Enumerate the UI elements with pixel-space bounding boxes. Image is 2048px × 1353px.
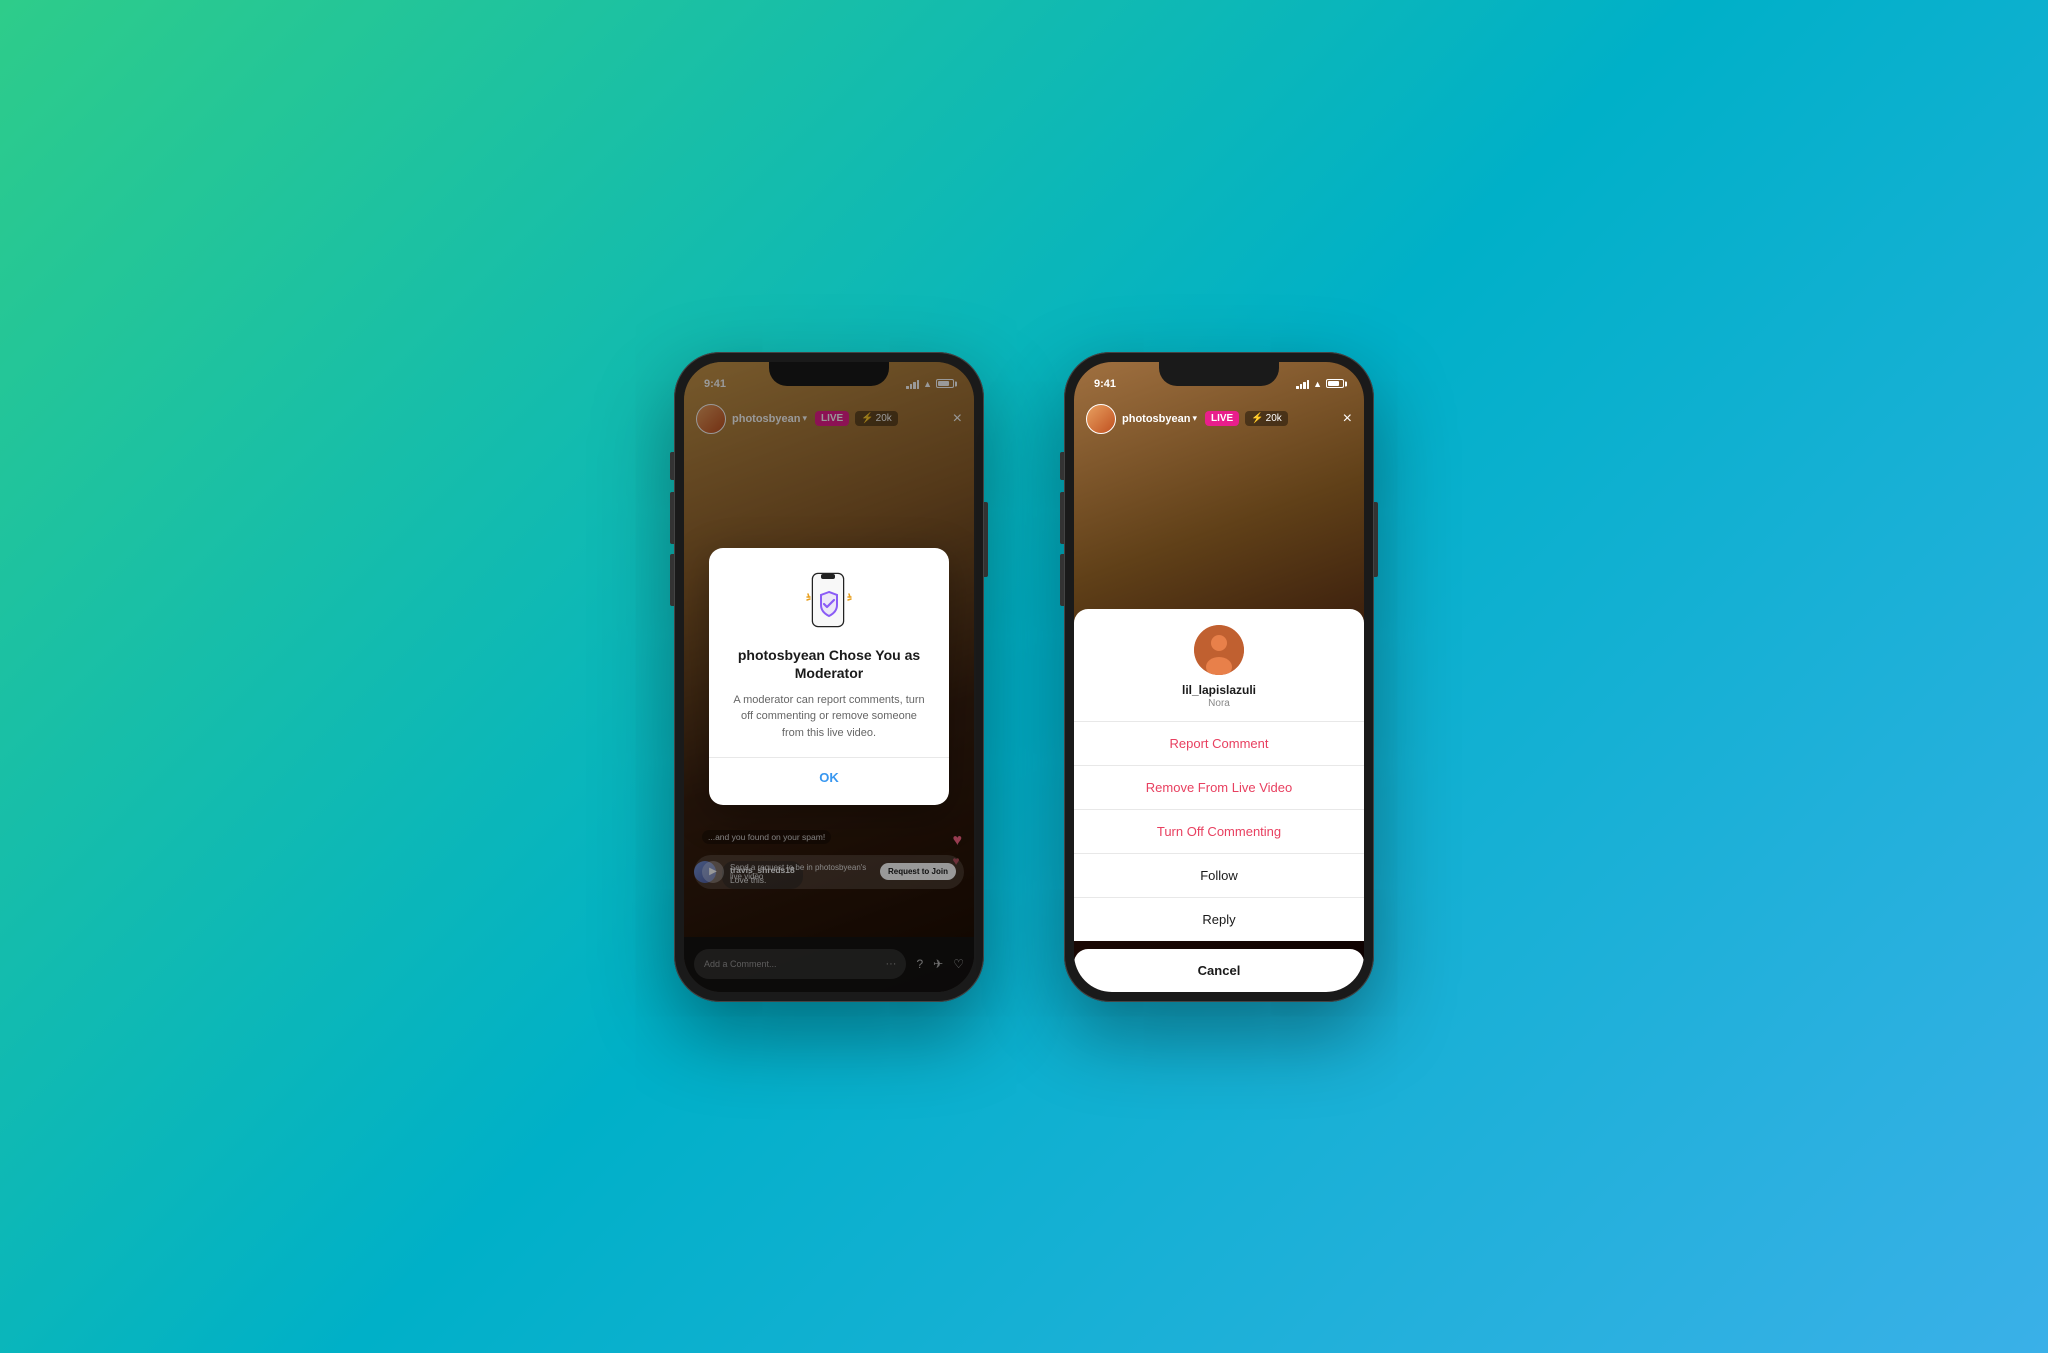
phones-container: 9:41 ▲ photosbyean <box>674 352 1374 1002</box>
action-username: lil_lapislazuli <box>1086 683 1352 697</box>
live-badge-2: LIVE <box>1205 411 1239 426</box>
shield-icon <box>799 572 859 632</box>
side-button-power-2 <box>1374 502 1378 577</box>
phone-1-screen: 9:41 ▲ photosbyean <box>684 362 974 992</box>
action-sheet: lil_lapislazuli Nora Report Comment Remo… <box>1074 609 1364 992</box>
viewer-count-2: ⚡ 20k <box>1245 411 1288 426</box>
action-reply[interactable]: Reply <box>1074 898 1364 941</box>
chevron-down-icon-2: ▾ <box>1192 413 1197 424</box>
wifi-icon-2: ▲ <box>1313 379 1322 389</box>
moderator-modal: photosbyean Chose You as Moderator A mod… <box>709 548 949 806</box>
action-user-section: lil_lapislazuli Nora <box>1074 609 1364 722</box>
close-button-2[interactable]: × <box>1343 410 1352 428</box>
action-follow[interactable]: Follow <box>1074 854 1364 898</box>
live-header-2: photosbyean ▾ LIVE ⚡ 20k × <box>1074 398 1364 440</box>
action-sheet-main: lil_lapislazuli Nora Report Comment Remo… <box>1074 609 1364 941</box>
status-icons-2: ▲ <box>1296 379 1344 389</box>
side-button-mute <box>670 452 674 480</box>
action-cancel-button[interactable]: Cancel <box>1074 949 1364 992</box>
battery-icon-2 <box>1326 379 1344 388</box>
action-user-avatar <box>1194 625 1244 675</box>
modal-ok-button[interactable]: OK <box>729 770 929 785</box>
action-remove-from-live[interactable]: Remove From Live Video <box>1074 766 1364 810</box>
avatar-2 <box>1086 404 1116 434</box>
action-report-comment[interactable]: Report Comment <box>1074 722 1364 766</box>
side-button-vol-up-2 <box>1060 492 1064 544</box>
phone-1: 9:41 ▲ photosbyean <box>674 352 984 1002</box>
signal-icon-2 <box>1296 379 1309 389</box>
modal-body: A moderator can report comments, turn of… <box>729 692 929 742</box>
notch-2 <box>1159 362 1279 386</box>
side-button-mute-2 <box>1060 452 1064 480</box>
modal-title: photosbyean Chose You as Moderator <box>729 646 929 682</box>
action-realname: Nora <box>1086 698 1352 709</box>
modal-divider <box>709 757 949 758</box>
side-button-vol-down <box>670 554 674 606</box>
status-time-2: 9:41 <box>1094 378 1116 390</box>
side-button-vol-down-2 <box>1060 554 1064 606</box>
action-turn-off-commenting[interactable]: Turn Off Commenting <box>1074 810 1364 854</box>
username-header-2: photosbyean <box>1122 413 1190 425</box>
phone-2-screen: 9:41 ▲ photosbyean <box>1074 362 1364 992</box>
modal-overlay: photosbyean Chose You as Moderator A mod… <box>684 362 974 992</box>
side-button-vol-up <box>670 492 674 544</box>
lightning-icon-2: ⚡ <box>1251 413 1263 424</box>
side-button-power <box>984 502 988 577</box>
phone-2: 9:41 ▲ photosbyean <box>1064 352 1374 1002</box>
